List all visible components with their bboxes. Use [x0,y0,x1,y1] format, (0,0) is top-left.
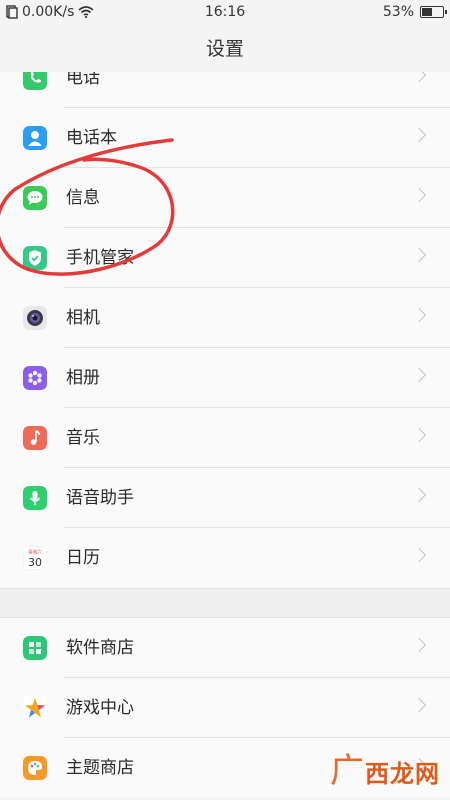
settings-item-label: 游戏中心 [66,698,134,718]
section-gap [0,588,450,618]
settings-item-5[interactable]: 相机 [0,288,450,348]
settings-item-2[interactable]: 电话本 [0,108,450,168]
music-icon [23,426,47,450]
svg-text:30: 30 [28,556,42,569]
settings-item-label: 信息 [66,188,100,208]
settings-item-label: 电话 [66,72,100,88]
chevron-right-icon [411,487,427,503]
chevron-right-icon [411,367,427,383]
phone-icon [23,72,47,90]
settings-list[interactable]: 电话电话本信息手机管家相机相册音乐语音助手星期六 30 日历 软件商店游戏中心主题商… [0,72,450,800]
svg-text:星期六: 星期六 [28,549,42,556]
settings-item-label: 电话本 [66,128,117,148]
settings-item-label: 相机 [66,308,100,328]
settings-item-7[interactable]: 音乐 [0,408,450,468]
settings-item-label: 主题商店 [66,758,134,778]
settings-item-8[interactable]: 语音助手 [0,468,450,528]
watermark: 广西龙网 [330,743,440,792]
calendar-icon: 星期六 30 [23,546,47,570]
voice-assistant-icon [23,486,47,510]
chevron-right-icon [411,427,427,443]
status-right: 53% [382,4,447,20]
message-icon [23,186,47,210]
settings-item-label: 语音助手 [66,488,134,508]
settings-item-9[interactable]: 星期六 30 日历 [0,528,450,588]
battery-fill [422,8,433,16]
settings-item-3[interactable]: 信息 [0,168,450,228]
settings-item-label: 相册 [66,368,100,388]
shield-icon [23,246,47,270]
watermark-text: 西龙网 [365,760,440,788]
chevron-right-icon [411,187,427,203]
chevron-right-icon [411,247,427,263]
contacts-icon [23,126,47,150]
settings-item-1[interactable]: 软件商店 [0,618,450,678]
settings-item-label: 日历 [66,548,100,568]
battery-percent: 53% [382,4,414,20]
chevron-right-icon [411,697,427,713]
photos-icon [23,366,47,390]
chevron-right-icon [411,637,427,653]
game-center-icon [23,696,47,720]
watermark-big-char: 广 [330,751,365,791]
battery-icon [420,6,447,18]
theme-store-icon [23,756,47,780]
settings-item-4[interactable]: 手机管家 [0,228,450,288]
app-store-icon [23,636,47,660]
settings-item-label: 手机管家 [66,248,134,268]
settings-item-6[interactable]: 相册 [0,348,450,408]
page-title: 设置 [205,38,244,60]
settings-item-2[interactable]: 游戏中心 [0,678,450,738]
settings-item-1[interactable]: 电话 [0,72,450,108]
status-bar: 0.00K/s 16:16 53% [0,0,450,26]
chevron-right-icon [411,72,427,83]
chevron-right-icon [411,307,427,323]
settings-item-label: 音乐 [66,428,100,448]
chevron-right-icon [411,547,427,563]
settings-item-label: 软件商店 [66,638,134,658]
settings-section-apps-1: 电话电话本信息手机管家相机相册音乐语音助手星期六 30 日历 [0,72,450,588]
chevron-right-icon [411,127,427,143]
camera-icon [23,306,47,330]
